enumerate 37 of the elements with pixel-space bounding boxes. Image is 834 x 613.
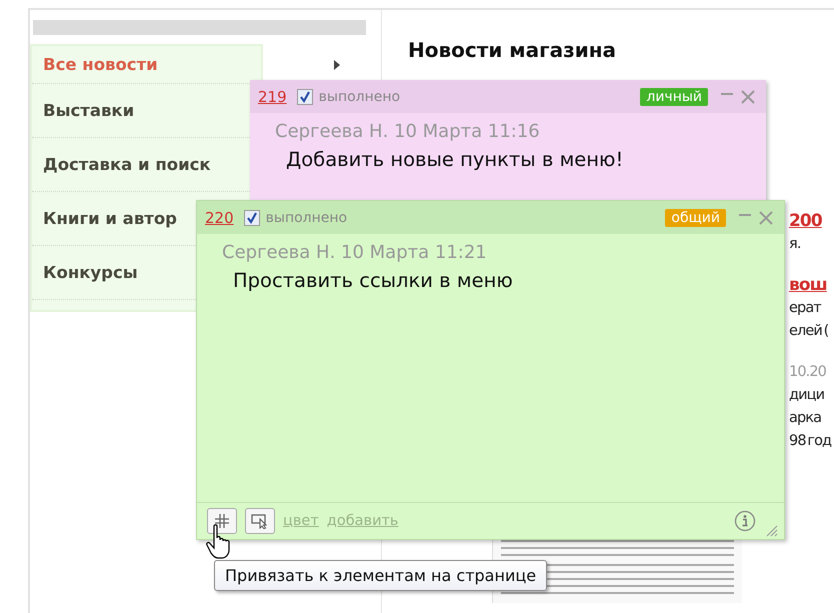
done-checkbox[interactable] [296, 88, 313, 104]
news-text: 98 год [789, 432, 832, 451]
news-link[interactable]: 200 [789, 210, 822, 233]
sidebar-item[interactable]: Конкурсы [43, 263, 138, 282]
news-date: 10.20 [789, 363, 826, 382]
resize-grip-icon[interactable] [764, 523, 778, 537]
sidebar-item[interactable]: Выставки [43, 101, 134, 120]
close-icon[interactable] [758, 210, 774, 226]
note-text: Добавить новые пункты в меню! [286, 148, 624, 171]
select-element-button[interactable] [245, 508, 275, 534]
note-text: Проставить ссылки в меню [233, 269, 514, 292]
grid-icon [214, 513, 230, 529]
news-text: елей ( [789, 322, 828, 341]
sidebar-item[interactable]: Доставка и поиск [43, 155, 211, 174]
note-number-link[interactable]: 220 [205, 208, 234, 226]
news-text: ерат [789, 299, 821, 318]
note-author-date: Сергеева Н. 10 Марта 11:21 [222, 242, 488, 263]
info-icon[interactable] [734, 510, 756, 532]
tooltip: Привязать к элементам на странице [214, 560, 548, 591]
done-checkbox[interactable] [244, 210, 260, 226]
news-link[interactable]: вош [789, 274, 827, 297]
note-author-date: Сергеева Н. 10 Марта 11:16 [275, 121, 541, 142]
done-label: выполнено [318, 88, 400, 104]
sidebar-item[interactable]: Книги и автор [43, 209, 177, 228]
news-text: дици [789, 386, 824, 405]
news-text: арка [789, 409, 822, 428]
sidebar-item[interactable]: Все новости [43, 55, 158, 74]
close-icon[interactable] [740, 88, 756, 104]
done-label: выполнено [266, 210, 348, 226]
cursor-select-icon [251, 513, 269, 529]
attach-button[interactable] [207, 508, 237, 534]
note-number-link[interactable]: 219 [258, 88, 287, 106]
page-heading: Новости магазина [408, 38, 618, 62]
news-text: я. [789, 235, 801, 254]
note-tag: личный [640, 88, 708, 106]
note-tag: общий [665, 208, 726, 226]
arrow-icon [334, 60, 340, 70]
